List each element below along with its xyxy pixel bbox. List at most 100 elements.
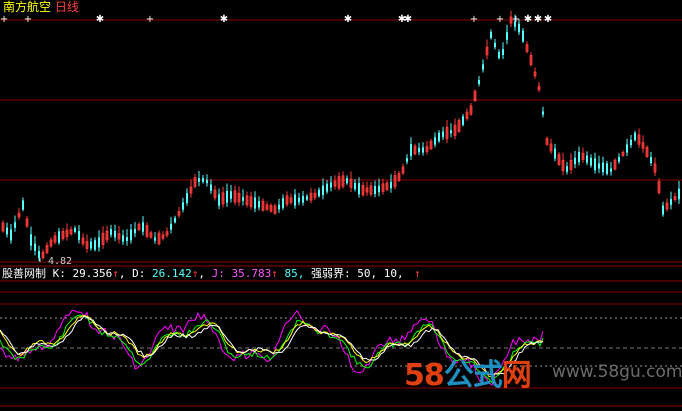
strength-label: 强弱界: [311, 267, 351, 280]
kline-chart[interactable]: + + ✱ + ✱ ✱ ✱✱ + + + ✱ ✱ ✱ [0, 0, 682, 411]
candle-body-down [6, 227, 8, 235]
chart-period[interactable]: 日线 [55, 0, 79, 14]
j-label: J: [211, 267, 225, 280]
candle-body-down [346, 178, 348, 184]
signal-mark-icon: ✱ [96, 14, 104, 25]
signal-mark-icon: ✱ [524, 14, 532, 25]
candle-body-down [306, 196, 308, 200]
candle-body-down [618, 157, 620, 162]
candle-body-down [230, 191, 232, 199]
candle-body-down [578, 151, 580, 163]
candle-body-down [634, 132, 636, 141]
candle-body-down [598, 163, 600, 169]
watermark-url: www.58gu.com [552, 362, 682, 382]
candle-body-down [406, 158, 408, 162]
candle-body-down [602, 162, 604, 173]
j-value: 35.783 [231, 267, 272, 280]
candle-body-down [58, 231, 60, 243]
candle-body-down [130, 229, 132, 241]
chart-header: 南方航空 日线 [3, 0, 79, 14]
candle-body-down [522, 30, 524, 42]
k-value: 29.356 [72, 267, 113, 280]
signal-mark-icon: ✱ [404, 14, 412, 25]
candle-body-down [142, 222, 144, 232]
candle-body-down [14, 222, 16, 228]
signal-mark-icon: + [146, 14, 154, 25]
candle-body-down [318, 189, 320, 197]
candle-body-down [254, 197, 256, 209]
candle-body-down [74, 228, 76, 232]
candle-body-down [494, 42, 496, 48]
candle-body-down [302, 196, 304, 203]
candle-body-down [242, 197, 244, 201]
candle-body-down [154, 237, 156, 241]
k-label: K: [52, 267, 66, 280]
candle-body-down [126, 237, 128, 241]
candle-body-down [442, 131, 444, 138]
signal-mark-icon: ✱ [534, 14, 542, 25]
candle-body-down [90, 241, 92, 249]
signal-mark-icon: + [496, 14, 504, 25]
candle-body-down [294, 194, 296, 206]
candle-body-down [358, 183, 360, 195]
low-price-label: 4.82 [48, 256, 73, 267]
candle-body-down [94, 240, 96, 250]
candle-body-down [282, 198, 284, 208]
watermark-logo-gongshi: 公式 [443, 358, 503, 393]
candle-body-down [226, 190, 228, 203]
d-label: D: [132, 267, 146, 280]
candle-body-down [670, 199, 672, 205]
candle-body-down [586, 155, 588, 163]
candle-body-down [10, 229, 12, 241]
candle-body-down [78, 230, 80, 241]
candle-body-down [110, 229, 112, 235]
candle-body-down [650, 157, 652, 163]
candle-body-down [322, 185, 324, 196]
candle-body-down [450, 130, 452, 134]
stock-name: 南方航空 [3, 0, 52, 14]
candle-body-down [174, 217, 176, 223]
candle-body-down [134, 228, 136, 234]
candle-body-down [330, 182, 332, 188]
candle-body-down [518, 23, 520, 33]
candle-body-down [22, 200, 24, 210]
indicator-name[interactable]: 股善网制 [2, 267, 46, 280]
candle-body-down [606, 163, 608, 174]
candle-body-down [38, 251, 40, 258]
candle-body-down [566, 166, 568, 172]
candle-body-down [30, 234, 32, 246]
signal-mark-icon: + [0, 14, 8, 25]
candle-body-down [206, 179, 208, 184]
signal-mark-icon: + [470, 14, 478, 25]
candle-body-down [218, 194, 220, 206]
signal-mark-icon: ✱ [544, 14, 552, 25]
candle-body-down [542, 111, 544, 115]
j-arrow-icon: ↑ [271, 267, 278, 280]
candle-body-down [170, 223, 172, 230]
candle-body-down [378, 185, 380, 193]
candle-body-down [258, 201, 260, 208]
candle-body-down [630, 139, 632, 146]
candle-body-down [326, 183, 328, 192]
candle-body-down [422, 147, 424, 153]
candle-body-down [182, 202, 184, 210]
candle-body-down [482, 64, 484, 70]
candle-body-down [590, 157, 592, 166]
candle-body-down [662, 205, 664, 215]
k-arrow-icon: ↑ [112, 267, 119, 280]
candle-body-down [462, 116, 464, 125]
candle-body-down [34, 243, 36, 251]
candle-body-down [574, 157, 576, 165]
candle-body-down [122, 235, 124, 242]
candle-body-down [98, 237, 100, 248]
candle-body-down [410, 144, 412, 156]
candle-body-down [418, 147, 420, 153]
indicator-header: 股善网制 K: 29.356↑, D: 26.142↑, J: 35.783↑ … [2, 267, 404, 280]
candle-body-down [278, 204, 280, 210]
candle-body-down [434, 137, 436, 145]
candle-body-down [506, 32, 508, 40]
watermark-logo-58: 58 [404, 358, 445, 393]
candle-body-down [438, 132, 440, 142]
stock-chart-window[interactable]: + + ✱ + ✱ ✱ ✱ ✱ + + + ✱ ✱ ✱ 南方航空 日线 4.82 股善网制 K: 29.3… [0, 0, 682, 411]
candle-body-down [186, 193, 188, 203]
